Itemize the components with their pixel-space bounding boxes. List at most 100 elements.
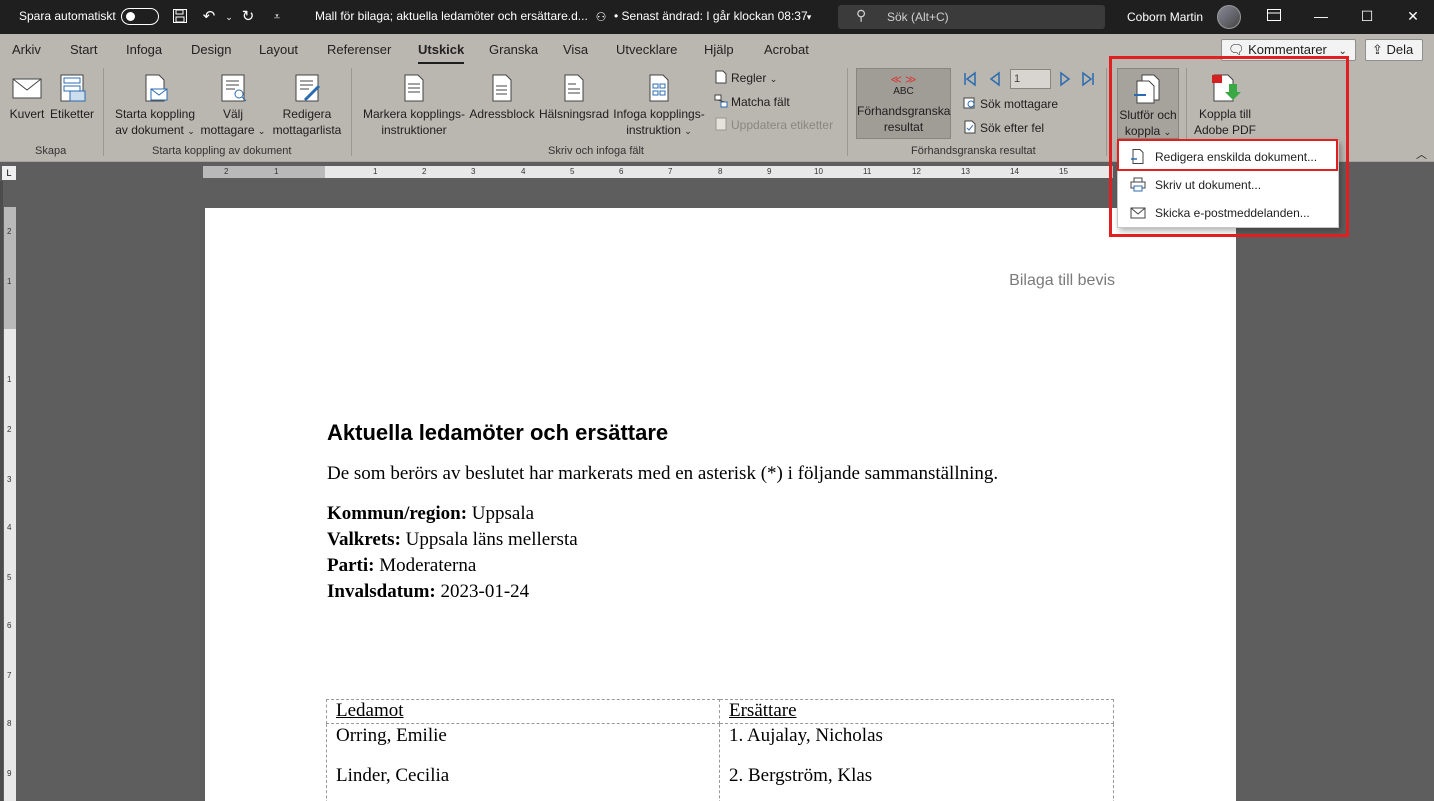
edit-recipient-list-icon: [295, 74, 321, 102]
menu-item-edit-individual[interactable]: Redigera enskilda dokument...: [1118, 143, 1338, 169]
close-icon[interactable]: ✕: [1403, 6, 1423, 26]
field-key: Invalsdatum:: [327, 581, 436, 602]
comments-button[interactable]: 🗨 Kommentarer ⌄: [1221, 39, 1356, 61]
rules-icon: [715, 70, 727, 84]
next-record-icon[interactable]: [1057, 71, 1073, 87]
title-bar: Spara automatiskt ↶ ⌄ ↻ ⩡ Mall för bilag…: [0, 0, 1434, 34]
minimize-icon[interactable]: —: [1311, 6, 1331, 26]
arrows-icon: ≪ ≫: [890, 74, 917, 86]
tab-arkiv[interactable]: Arkiv: [12, 42, 41, 57]
update-labels-icon: [715, 117, 727, 131]
redo-icon[interactable]: ↻: [239, 8, 257, 26]
chevron-down-icon: ⌄: [769, 74, 778, 84]
ribbon-tabs: Arkiv Start Infoga Design Layout Referen…: [0, 34, 1434, 65]
update-labels-label: Uppdatera etiketter: [731, 118, 834, 132]
undo-dropdown-icon[interactable]: ⌄: [220, 8, 238, 26]
match-fields-button[interactable]: Matcha fält: [714, 94, 790, 109]
tab-design[interactable]: Design: [191, 42, 231, 57]
update-labels-button[interactable]: Uppdatera etiketter: [714, 117, 833, 132]
greeting-line-button[interactable]: Hälsningsrad: [538, 72, 610, 122]
record-number-input[interactable]: 1: [1010, 69, 1051, 89]
menu-item-send-email[interactable]: Skicka e-postmeddelanden...: [1118, 199, 1338, 225]
last-record-icon[interactable]: [1080, 71, 1096, 87]
share-label: Dela: [1386, 42, 1414, 57]
greeting-line-label: Hälsningsrad: [538, 107, 610, 121]
share-icon: ⇪: [1372, 42, 1383, 57]
table-cell-ersattare: 1. Aujalay, Nicholas 2. Bergström, Klas: [719, 723, 1114, 801]
table-header-ledamot: Ledamot: [326, 699, 720, 724]
merge-to-adobe-pdf-button[interactable]: Koppla till Adobe PDF: [1192, 72, 1258, 138]
tab-acrobat[interactable]: Acrobat: [764, 42, 809, 57]
finish-and-merge-button[interactable]: Slutför och koppla ⌄: [1117, 68, 1179, 139]
maximize-icon[interactable]: ☐: [1357, 6, 1377, 26]
finish-and-merge-icon: [1134, 74, 1160, 104]
field-parti: Parti: Moderaterna: [327, 555, 476, 577]
tab-infoga[interactable]: Infoga: [126, 42, 162, 57]
start-mail-merge-button[interactable]: Starta koppling av dokument ⌄: [112, 72, 198, 139]
edit-recipient-list-button[interactable]: Redigera mottagarlista: [269, 72, 345, 138]
check-errors-button[interactable]: Sök efter fel: [963, 120, 1044, 135]
greeting-line-icon: [564, 74, 584, 102]
tab-start[interactable]: Start: [70, 42, 97, 57]
preview-results-button[interactable]: ≪ ≫ ABC Förhandsgranska resultat: [856, 68, 951, 139]
first-record-icon[interactable]: [962, 71, 978, 87]
find-recipient-icon: [963, 97, 975, 109]
vertical-ruler[interactable]: 2 1 1 2 3 4 5 6 7 8 9: [4, 207, 16, 801]
collapse-ribbon-icon[interactable]: ︿: [1416, 146, 1427, 162]
envelope-button[interactable]: Kuvert: [8, 72, 46, 122]
document-intro: De som berörs av beslutet har markerats …: [327, 463, 999, 484]
labels-button[interactable]: Etiketter: [49, 72, 95, 122]
highlight-merge-fields-icon: [404, 74, 424, 102]
ribbon-display-icon[interactable]: [1264, 6, 1284, 26]
undo-icon[interactable]: ↶: [200, 8, 218, 26]
highlight-merge-fields-button[interactable]: Markera kopplings- instruktioner: [360, 72, 468, 138]
tab-utskick[interactable]: Utskick: [418, 42, 465, 65]
field-key: Valkrets:: [327, 529, 401, 550]
ribbon-separator: [103, 68, 104, 156]
field-value: Uppsala: [467, 503, 535, 524]
highlight-merge-fields-label-2: instruktioner: [381, 123, 447, 137]
finish-and-merge-label-2: koppla: [1124, 124, 1161, 138]
tab-selector[interactable]: L: [2, 166, 16, 180]
tab-granska[interactable]: Granska: [489, 42, 538, 57]
tab-referenser[interactable]: Referenser: [327, 42, 391, 57]
field-value: 2023-01-24: [435, 581, 530, 602]
group-label-skapa: Skapa: [35, 145, 67, 157]
avatar[interactable]: [1217, 5, 1241, 29]
field-value: Moderaterna: [374, 555, 477, 576]
preview-results-label-1: Förhandsgranska: [857, 104, 951, 118]
share-button[interactable]: ⇪ Dela: [1365, 39, 1423, 61]
chevron-down-icon: ⌄: [257, 126, 266, 136]
document-title[interactable]: Mall för bilaga; aktuella ledamöter och …: [315, 9, 588, 23]
save-icon[interactable]: [171, 8, 189, 26]
customize-toolbar-icon[interactable]: ⩡: [268, 8, 286, 26]
chevron-down-icon: ⌄: [1338, 46, 1347, 57]
tab-layout[interactable]: Layout: [259, 42, 298, 57]
rules-button[interactable]: Regler ⌄: [714, 70, 777, 85]
list-item: 2. Bergström, Klas: [729, 765, 873, 786]
select-recipients-button[interactable]: Välj mottagare ⌄: [199, 72, 267, 139]
insert-merge-field-label-2: instruktion: [626, 123, 681, 137]
chevron-down-icon[interactable]: ▾: [800, 8, 818, 26]
menu-item-print-documents[interactable]: Skriv ut dokument...: [1118, 171, 1338, 197]
previous-record-icon[interactable]: [987, 71, 1003, 87]
tab-visa[interactable]: Visa: [563, 42, 588, 57]
group-label-starta: Starta koppling av dokument: [152, 145, 292, 157]
insert-merge-field-button[interactable]: Infoga kopplings- instruktion ⌄: [611, 72, 707, 139]
tab-utvecklare[interactable]: Utvecklare: [616, 42, 677, 57]
address-block-button[interactable]: Adressblock: [469, 72, 535, 122]
horizontal-ruler[interactable]: 2 1 1 2 3 4 5 6 7 8 9 10 11 12 13 14 15: [203, 166, 1113, 178]
search-placeholder: Sök (Alt+C): [887, 10, 949, 24]
select-recipients-label-2: mottagare: [200, 123, 255, 137]
field-value: Uppsala läns mellersta: [400, 529, 578, 550]
comments-label: Kommentarer: [1248, 42, 1327, 57]
tab-hjalp[interactable]: Hjälp: [704, 42, 734, 57]
document-page[interactable]: Bilaga till bevis Aktuella ledamöter och…: [205, 208, 1236, 801]
chevron-down-icon: ⌄: [684, 126, 692, 136]
user-name[interactable]: Coborn Martin: [1127, 10, 1203, 24]
menu-item-label: Skicka e-postmeddelanden...: [1155, 206, 1310, 220]
find-recipient-button[interactable]: Sök mottagare: [963, 96, 1058, 111]
search-box[interactable]: ⚲ Sök (Alt+C): [838, 5, 1105, 29]
autosave-toggle[interactable]: [121, 8, 159, 25]
last-modified-label[interactable]: • Senast ändrad: I går klockan 08:37: [614, 9, 808, 23]
